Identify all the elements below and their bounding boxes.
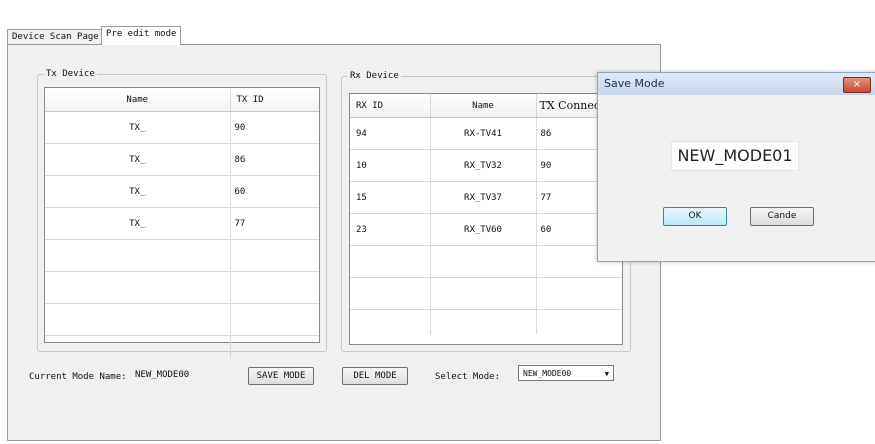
tx-cell-id[interactable]: 60 (230, 175, 319, 208)
empty-row (45, 239, 319, 272)
select-mode-dropdown[interactable]: NEW_MODE00 ▼ (518, 365, 614, 381)
tx-cell-id[interactable]: 90 (230, 111, 319, 144)
empty-row (350, 245, 622, 278)
tx-device-title: Tx Device (44, 68, 97, 80)
current-mode-label: Current Mode Name: (29, 372, 127, 382)
rx-cell-id[interactable]: 15 (350, 181, 431, 214)
rx-device-group: Rx Device RX ID Name TX Connect 94 RX-TV… (341, 70, 631, 352)
rx-grid[interactable]: RX ID Name TX Connect 94 RX-TV41 86 10 R… (349, 93, 623, 345)
table-row[interactable]: 15 RX_TV37 77 (350, 181, 622, 214)
select-mode-value: NEW_MODE00 (523, 369, 572, 378)
tx-grid[interactable]: Name TX ID TX_ 90 TX_ 86 TX_ 60 TX_ 77 (44, 87, 320, 358)
empty-row (350, 309, 622, 334)
current-mode-value: NEW_MODE00 (135, 370, 190, 380)
empty-row (45, 335, 319, 358)
empty-row (45, 303, 319, 336)
tx-cell-id[interactable]: 86 (230, 143, 319, 176)
rx-cell-id[interactable]: 10 (350, 149, 431, 182)
empty-row (350, 277, 622, 310)
table-row[interactable]: TX_ 86 (45, 143, 319, 176)
table-row[interactable]: 10 RX_TV32 90 (350, 149, 622, 182)
tx-cell-id[interactable]: 77 (230, 207, 319, 240)
tx-cell-name[interactable]: TX_ (45, 143, 231, 176)
tx-cell-name[interactable]: TX_ (45, 207, 231, 240)
rx-header-name[interactable]: Name (430, 94, 537, 118)
tx-cell-name[interactable]: TX_ (45, 111, 231, 144)
rx-cell-name[interactable]: RX-TV41 (430, 117, 537, 150)
app-window: Device Scan Page Pre edit mode Tx Device… (0, 0, 875, 444)
table-row[interactable]: 94 RX-TV41 86 (350, 117, 622, 150)
tx-header-txid[interactable]: TX ID (230, 88, 319, 112)
dialog-title: Save Mode (604, 77, 665, 90)
table-row[interactable]: 23 RX_TV60 60 (350, 213, 622, 246)
rx-cell-name[interactable]: RX_TV60 (430, 213, 537, 246)
dialog-title-bar[interactable]: Save Mode × (598, 73, 875, 95)
rx-header-rxid[interactable]: RX ID (350, 94, 431, 118)
mode-name-field[interactable]: NEW_MODE01 (671, 141, 799, 171)
save-mode-dialog: Save Mode × NEW_MODE01 OK Cande (597, 72, 875, 262)
tab-panel: Tx Device Name TX ID TX_ 90 TX_ 86 TX_ 6… (7, 44, 661, 441)
tx-header-name[interactable]: Name (45, 88, 231, 112)
del-mode-button[interactable]: DEL MODE (342, 367, 408, 385)
tx-cell-name[interactable]: TX_ (45, 175, 231, 208)
table-row[interactable]: TX_ 90 (45, 111, 319, 144)
table-row[interactable]: TX_ 60 (45, 175, 319, 208)
rx-cell-id[interactable]: 94 (350, 117, 431, 150)
table-row[interactable]: TX_ 77 (45, 207, 319, 240)
save-mode-button[interactable]: SAVE MODE (248, 367, 314, 385)
rx-cell-name[interactable]: RX_TV37 (430, 181, 537, 214)
empty-row (45, 271, 319, 304)
tab-pre-edit-mode[interactable]: Pre edit mode (101, 26, 182, 45)
close-icon[interactable]: × (843, 77, 871, 93)
select-mode-label: Select Mode: (435, 372, 501, 382)
tab-device-scan[interactable]: Device Scan Page (7, 29, 104, 45)
ok-button[interactable]: OK (663, 207, 727, 226)
rx-cell-name[interactable]: RX_TV32 (430, 149, 537, 182)
tx-device-group: Tx Device Name TX ID TX_ 90 TX_ 86 TX_ 6… (37, 68, 327, 358)
rx-device-title: Rx Device (348, 70, 401, 82)
cancel-button[interactable]: Cande (750, 207, 814, 226)
rx-cell-id[interactable]: 23 (350, 213, 431, 246)
chevron-down-icon: ▼ (604, 370, 609, 378)
